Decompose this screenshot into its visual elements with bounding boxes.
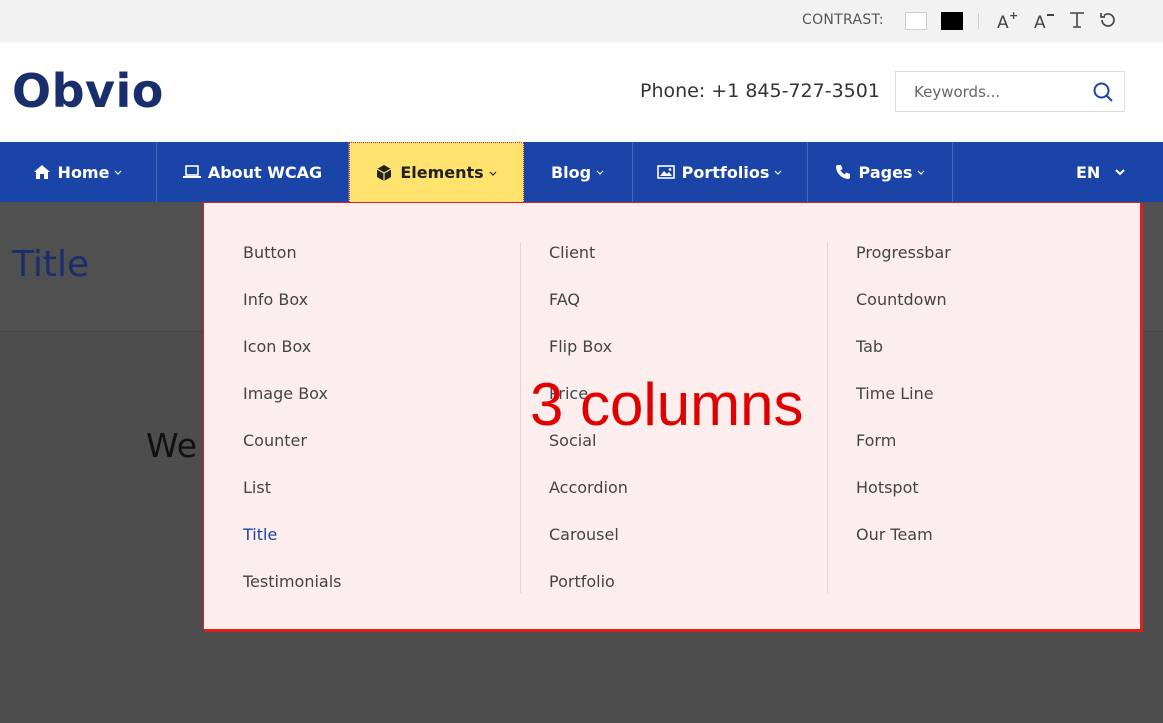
- menu-item-client[interactable]: Client: [549, 243, 839, 290]
- menu-item-icon-box[interactable]: Icon Box: [243, 337, 533, 384]
- menu-column-3: Progressbar Countdown Tab Time Line Form…: [856, 243, 1146, 572]
- menu-item-time-line[interactable]: Time Line: [856, 384, 1146, 431]
- main-navigation: Home About WCAG Elements Blog Portfolios…: [0, 142, 1163, 202]
- site-logo[interactable]: Obvio: [12, 64, 164, 118]
- page-body-text: We: [146, 426, 197, 465]
- chevron-down-icon: [773, 167, 783, 177]
- nav-label-about-wcag: About WCAG: [207, 162, 323, 182]
- svg-text:+: +: [1009, 9, 1018, 22]
- white-contrast-swatch[interactable]: [905, 12, 927, 30]
- chevron-down-icon: [1114, 166, 1126, 178]
- black-contrast-swatch[interactable]: [941, 12, 963, 30]
- accessibility-toolbar: CONTRAST: A + A: [0, 0, 1163, 42]
- chevron-down-icon: [916, 167, 926, 177]
- nav-label-portfolios: Portfolios: [681, 162, 770, 182]
- menu-item-countdown[interactable]: Countdown: [856, 290, 1146, 337]
- language-label: EN: [1076, 162, 1101, 182]
- nav-label-blog: Blog: [550, 162, 592, 182]
- search-icon[interactable]: [1092, 81, 1114, 103]
- menu-item-faq[interactable]: FAQ: [549, 290, 839, 337]
- nav-item-about-wcag[interactable]: About WCAG: [157, 142, 349, 202]
- menu-item-testimonials[interactable]: Testimonials: [243, 572, 533, 619]
- nav-item-elements[interactable]: Elements: [349, 142, 524, 202]
- menu-item-portfolio[interactable]: Portfolio: [549, 572, 839, 619]
- menu-item-progressbar[interactable]: Progressbar: [856, 243, 1146, 290]
- cube-icon: [375, 164, 393, 182]
- menu-item-image-box[interactable]: Image Box: [243, 384, 533, 431]
- menu-item-info-box[interactable]: Info Box: [243, 290, 533, 337]
- svg-text:A: A: [997, 13, 1009, 31]
- menu-column-1: Button Info Box Icon Box Image Box Count…: [243, 243, 533, 619]
- menu-item-tab[interactable]: Tab: [856, 337, 1146, 384]
- nav-item-pages[interactable]: Pages: [808, 142, 953, 202]
- nav-label-home: Home: [57, 162, 110, 182]
- search-input[interactable]: [896, 72, 1086, 111]
- menu-item-counter[interactable]: Counter: [243, 431, 533, 478]
- menu-item-list[interactable]: List: [243, 478, 533, 525]
- image-icon: [656, 163, 675, 181]
- search-box: [895, 71, 1125, 112]
- nav-item-portfolios[interactable]: Portfolios: [633, 142, 808, 202]
- menu-item-accordion[interactable]: Accordion: [549, 478, 839, 525]
- readable-font-icon[interactable]: [1065, 8, 1089, 32]
- chevron-down-icon: [595, 167, 605, 177]
- phone-icon: [834, 163, 852, 181]
- nav-item-blog[interactable]: Blog: [524, 142, 633, 202]
- nav-label-elements: Elements: [400, 163, 484, 182]
- menu-item-title[interactable]: Title: [243, 525, 533, 572]
- chevron-down-icon: [113, 167, 123, 177]
- chevron-down-icon: [488, 168, 498, 178]
- toolbar-divider: [978, 13, 979, 29]
- menu-item-carousel[interactable]: Carousel: [549, 525, 839, 572]
- laptop-icon: [182, 163, 201, 181]
- increase-font-icon[interactable]: A +: [995, 8, 1019, 32]
- home-icon: [33, 163, 51, 181]
- menu-item-our-team[interactable]: Our Team: [856, 525, 1146, 572]
- menu-item-button[interactable]: Button: [243, 243, 533, 290]
- decrease-font-icon[interactable]: A: [1032, 8, 1056, 32]
- language-selector[interactable]: EN: [1076, 142, 1126, 202]
- page-title: Title: [12, 244, 90, 285]
- contrast-label: CONTRAST:: [802, 12, 884, 28]
- phone-number: Phone: +1 845-727-3501: [640, 80, 880, 102]
- columns-annotation: 3 columns: [530, 371, 804, 438]
- reset-icon[interactable]: [1096, 8, 1120, 32]
- svg-text:A: A: [1034, 13, 1046, 31]
- nav-item-home[interactable]: Home: [0, 142, 157, 202]
- menu-item-form[interactable]: Form: [856, 431, 1146, 478]
- menu-item-hotspot[interactable]: Hotspot: [856, 478, 1146, 525]
- nav-label-pages: Pages: [858, 162, 913, 182]
